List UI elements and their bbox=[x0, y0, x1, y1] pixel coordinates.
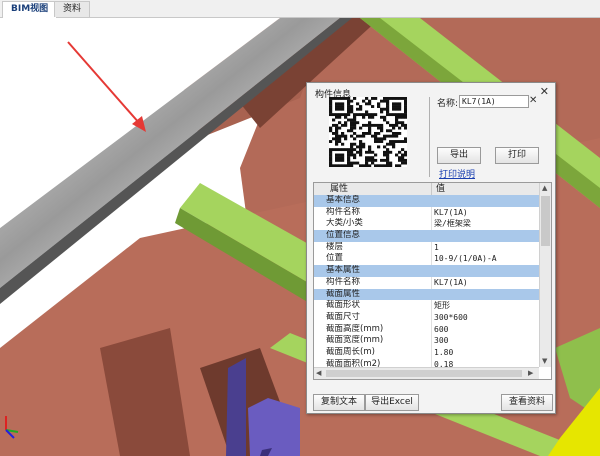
hscroll-thumb[interactable] bbox=[326, 370, 522, 377]
row-attribute: 楼层 bbox=[326, 241, 344, 252]
row-value: KL7(1A) bbox=[434, 207, 468, 217]
clear-icon[interactable]: ✕ bbox=[529, 95, 537, 106]
row-attribute: 截面尺寸 bbox=[326, 311, 361, 322]
grid-row[interactable]: 截面宽度(mm) 300 bbox=[314, 335, 539, 347]
qr-code bbox=[329, 97, 408, 168]
grid-row[interactable]: 截面形状 矩形 bbox=[314, 300, 539, 312]
row-value: 1 bbox=[434, 242, 439, 252]
tab-bar: BIM视图 资料 bbox=[0, 0, 600, 18]
row-attribute: 基本属性 bbox=[326, 265, 361, 276]
copy-text-button[interactable]: 复制文本 bbox=[313, 394, 365, 411]
view-data-button[interactable]: 查看资料 bbox=[501, 394, 553, 411]
grid-row[interactable]: 截面高度(mm) 600 bbox=[314, 323, 539, 336]
row-value: 矩形 bbox=[434, 301, 450, 311]
scroll-down-icon[interactable]: ▼ bbox=[542, 356, 547, 367]
grid-row[interactable]: 构件名称 KL7(1A) bbox=[314, 206, 539, 219]
header-value: 值 bbox=[436, 184, 446, 194]
print-button[interactable]: 打印 bbox=[495, 147, 539, 164]
print-help-link[interactable]: 打印说明 bbox=[439, 167, 475, 180]
name-field[interactable]: KL7(1A) bbox=[459, 95, 529, 108]
row-attribute: 截面属性 bbox=[326, 288, 361, 299]
row-attribute: 基本信息 bbox=[326, 195, 361, 205]
row-attribute: 截面高度(mm) bbox=[326, 323, 384, 334]
scroll-thumb[interactable] bbox=[541, 196, 550, 246]
grid-row[interactable]: 构件名称 KL7(1A) bbox=[314, 276, 539, 289]
grid-section-row[interactable]: 位置信息 bbox=[314, 230, 539, 242]
row-attribute: 截面宽度(mm) bbox=[326, 335, 384, 346]
grid-row[interactable]: 位置 10-9/(1/0A)-A bbox=[314, 253, 539, 266]
grid-section-row[interactable]: 基本信息 bbox=[314, 195, 539, 207]
tab-documents[interactable]: 资料 bbox=[54, 1, 91, 17]
horizontal-scrollbar[interactable]: ◀ ▶ bbox=[314, 367, 539, 379]
row-attribute: 截面形状 bbox=[326, 300, 361, 311]
grid-row[interactable]: 截面尺寸 300*600 bbox=[314, 311, 539, 324]
row-value: 600 bbox=[434, 324, 449, 334]
row-attribute: 构件名称 bbox=[326, 276, 361, 287]
row-value: 300*600 bbox=[434, 312, 468, 322]
row-attribute: 构件名称 bbox=[326, 206, 361, 217]
grid-row[interactable]: 楼层 1 bbox=[314, 241, 539, 254]
vertical-scrollbar[interactable]: ▲ ▼ bbox=[539, 183, 551, 367]
row-value: KL7(1A) bbox=[434, 277, 468, 287]
divider bbox=[429, 97, 430, 177]
row-value: 10-9/(1/0A)-A bbox=[434, 254, 497, 264]
tab-bim-view[interactable]: BIM视图 bbox=[2, 1, 58, 18]
export-button[interactable]: 导出 bbox=[437, 147, 481, 164]
scroll-up-icon[interactable]: ▲ bbox=[542, 183, 547, 194]
grid-section-row[interactable]: 基本属性 bbox=[314, 265, 539, 277]
name-label: 名称: bbox=[437, 99, 459, 109]
property-grid: 属性 值 基本信息 构件名称 KL7(1A) 大类/小类 梁/框架梁 位置信息 楼层 1 位置 1… bbox=[313, 182, 552, 380]
row-value: 300 bbox=[434, 336, 449, 346]
row-attribute: 大类/小类 bbox=[326, 218, 363, 229]
header-attribute: 属性 bbox=[330, 184, 349, 194]
export-excel-button[interactable]: 导出Excel bbox=[365, 394, 419, 411]
row-attribute: 截面周长(m) bbox=[326, 346, 375, 357]
grid-row[interactable]: 截面周长(m) 1.80 bbox=[314, 346, 539, 359]
scroll-right-icon[interactable]: ▶ bbox=[528, 368, 533, 379]
close-icon[interactable]: ✕ bbox=[540, 85, 549, 98]
row-value: 梁/框架梁 bbox=[434, 219, 471, 229]
scroll-left-icon[interactable]: ◀ bbox=[316, 368, 321, 379]
grid-section-row[interactable]: 截面属性 bbox=[314, 288, 539, 301]
grid-row[interactable]: 大类/小类 梁/框架梁 bbox=[314, 218, 539, 231]
grid-rows: 基本信息 构件名称 KL7(1A) 大类/小类 梁/框架梁 位置信息 楼层 1 位置 10-9/(… bbox=[314, 195, 539, 379]
component-info-dialog: 构件信息 ✕ 名称: KL7(1A) ✕ 导出 打印 打印说明 属性 值 基本信… bbox=[306, 82, 556, 414]
row-attribute: 位置 bbox=[326, 253, 344, 264]
row-value: 1.80 bbox=[434, 347, 454, 357]
row-attribute: 位置信息 bbox=[326, 230, 361, 241]
